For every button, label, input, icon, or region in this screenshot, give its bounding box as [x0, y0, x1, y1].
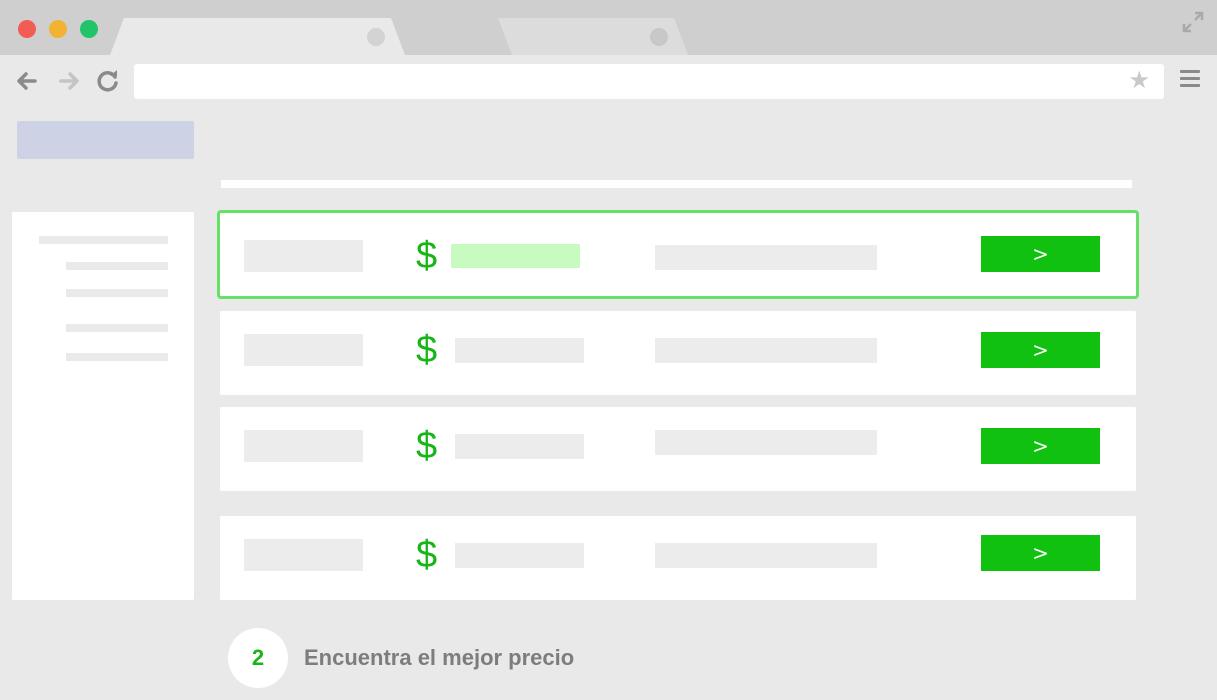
- minimize-window-button[interactable]: [49, 20, 67, 38]
- go-button[interactable]: >: [981, 428, 1100, 464]
- tab-close-icon[interactable]: [650, 28, 668, 46]
- tab-close-icon[interactable]: [367, 28, 385, 46]
- filter-sidebar: [12, 212, 194, 600]
- bookmark-star-icon[interactable]: ★: [1128, 68, 1150, 94]
- go-button[interactable]: >: [981, 535, 1100, 571]
- result-detail-placeholder: [655, 430, 877, 455]
- result-name-placeholder: [244, 539, 363, 571]
- sidebar-heading-placeholder: [39, 236, 168, 244]
- result-row[interactable]: $ >: [220, 407, 1136, 491]
- sidebar-item-placeholder[interactable]: [66, 324, 168, 332]
- go-button[interactable]: >: [981, 236, 1100, 272]
- back-arrow-icon[interactable]: [13, 67, 41, 95]
- go-button[interactable]: >: [981, 332, 1100, 368]
- browser-titlebar: [0, 0, 1217, 55]
- result-detail-placeholder: [655, 245, 877, 270]
- result-row-highlighted[interactable]: $ >: [217, 210, 1139, 299]
- site-logo-placeholder[interactable]: [17, 121, 194, 159]
- dollar-icon: $: [416, 329, 438, 371]
- result-name-placeholder: [244, 334, 363, 366]
- best-price-placeholder: [451, 244, 580, 268]
- result-row[interactable]: $ >: [220, 311, 1136, 395]
- tab-inactive[interactable]: [498, 18, 688, 55]
- price-placeholder: [455, 338, 584, 363]
- dollar-icon: $: [416, 425, 438, 467]
- menu-icon[interactable]: [1180, 70, 1200, 90]
- price-placeholder: [455, 434, 584, 459]
- sidebar-item-placeholder[interactable]: [66, 353, 168, 361]
- result-detail-placeholder: [655, 543, 877, 568]
- forward-arrow-icon[interactable]: [55, 67, 83, 95]
- step-number-badge: 2: [228, 628, 288, 688]
- results-header-bar: [221, 180, 1132, 188]
- maximize-window-button[interactable]: [80, 20, 98, 38]
- close-window-button[interactable]: [18, 20, 36, 38]
- result-row[interactable]: $ >: [220, 516, 1136, 600]
- fullscreen-icon[interactable]: [1181, 10, 1205, 34]
- sidebar-item-placeholder[interactable]: [66, 262, 168, 270]
- result-detail-placeholder: [655, 338, 877, 363]
- price-placeholder: [455, 543, 584, 568]
- dollar-icon: $: [416, 235, 438, 277]
- reload-icon[interactable]: [94, 67, 122, 95]
- browser-toolbar: ★: [0, 55, 1217, 107]
- tab-active[interactable]: [110, 18, 405, 55]
- dollar-icon: $: [416, 534, 438, 576]
- address-bar[interactable]: ★: [134, 64, 1164, 99]
- sidebar-item-placeholder[interactable]: [66, 289, 168, 297]
- step-caption: Encuentra el mejor precio: [304, 645, 575, 670]
- result-name-placeholder: [244, 430, 363, 462]
- result-name-placeholder: [244, 240, 363, 272]
